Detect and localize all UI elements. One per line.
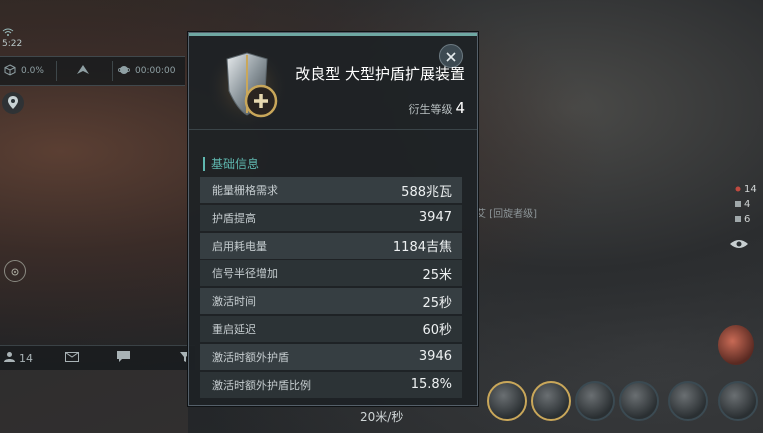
section-title-basic-info: 基础信息 — [203, 155, 259, 172]
visibility-button[interactable] — [728, 234, 750, 252]
pilot-label: 艾 [回旋者级] — [476, 209, 537, 220]
neutral-icon — [735, 199, 741, 210]
stat-row-extra-shield-ratio: 激活时额外护盾比例 15.8% — [200, 371, 462, 398]
count-row-neutral: 4 — [735, 197, 763, 212]
stat-label: 护盾提高 — [212, 211, 256, 225]
stat-label: 信号半径增加 — [212, 267, 278, 281]
header-divider — [189, 129, 477, 130]
clock-text: 5:22 — [2, 39, 23, 49]
stat-value: 588兆瓦 — [401, 184, 452, 200]
fleet-icon — [75, 64, 91, 79]
stat-value: 25米 — [422, 267, 452, 283]
stats-table: 能量栅格需求 588兆瓦 护盾提高 3947 启用耗电量 1184吉焦 信号半径… — [200, 177, 462, 399]
stat-value: 25秒 — [422, 295, 452, 311]
timer-value: 00:00:00 — [135, 66, 176, 76]
stat-row-powergrid: 能量栅格需求 588兆瓦 — [200, 177, 462, 203]
stat-value: 15.8% — [410, 377, 452, 393]
shield-extender-icon — [209, 49, 285, 125]
item-name: 改良型 大型护盾扩展装置 — [295, 65, 465, 83]
module-slot-6[interactable] — [718, 381, 758, 421]
meta-level-label: 衍生等级 — [408, 103, 453, 116]
cube-icon — [4, 63, 16, 79]
stat-label: 激活时额外护盾比例 — [212, 378, 311, 392]
friendly-icon — [735, 214, 741, 225]
cargo-value: 0.0% — [21, 66, 44, 76]
eye-icon — [730, 234, 748, 253]
members-button[interactable]: 14 — [4, 346, 33, 370]
chat-log[interactable] — [0, 370, 188, 433]
stat-row-extra-shield: 激活时额外护盾 3946 — [200, 343, 462, 370]
stat-row-activation-time: 激活时间 25秒 — [200, 288, 462, 315]
count-row-friendly: 6 — [735, 212, 763, 227]
module-slot-1[interactable] — [487, 381, 527, 421]
overheat-module-button[interactable] — [718, 325, 754, 365]
module-slot-2[interactable] — [531, 381, 571, 421]
stat-value: 1184吉焦 — [392, 240, 452, 256]
module-slot-5[interactable] — [668, 381, 708, 421]
overview-counts: 14 4 6 — [735, 182, 763, 227]
person-icon — [4, 351, 15, 365]
planet-icon — [117, 64, 131, 79]
section-marker — [203, 156, 205, 171]
hud-strip: 0.0% 00:00:00 — [0, 56, 185, 86]
chat-bar: 14 — [0, 345, 195, 370]
hud-cell-fleet[interactable] — [75, 57, 105, 85]
location-button[interactable] — [2, 92, 24, 114]
stat-row-activation-cost: 启用耗电量 1184吉焦 — [200, 232, 462, 259]
stat-row-reactivation-delay: 重启延迟 60秒 — [200, 315, 462, 342]
stat-label: 启用耗电量 — [212, 239, 267, 253]
stat-label: 能量栅格需求 — [212, 184, 278, 197]
stat-value: 3947 — [418, 210, 452, 226]
module-slot-3[interactable] — [575, 381, 615, 421]
meta-level-value: 4 — [455, 99, 465, 117]
stat-row-shield-bonus: 护盾提高 3947 — [200, 204, 462, 231]
crosshair-icon — [10, 262, 20, 281]
status-indicator: 5:22 — [2, 28, 32, 49]
item-meta-level: 衍生等级 4 — [319, 99, 465, 117]
module-slot-4[interactable] — [619, 381, 659, 421]
map-pin-icon — [8, 94, 18, 113]
panel-accent-line — [189, 33, 477, 36]
item-info-panel: 改良型 大型护盾扩展装置 衍生等级 4 基础信息 能量栅格需求 588兆瓦 护盾提… — [188, 32, 478, 406]
stat-label: 激活时间 — [212, 295, 256, 309]
chat-button[interactable] — [117, 346, 130, 370]
stat-label: 激活时额外护盾 — [212, 350, 289, 364]
mail-button[interactable] — [65, 346, 79, 370]
stat-label: 重启延迟 — [212, 322, 256, 336]
members-count: 14 — [19, 351, 33, 365]
chat-bubble-icon — [117, 351, 130, 365]
stat-value: 60秒 — [422, 323, 452, 339]
mail-icon — [65, 351, 79, 365]
speed-readout: 20米/秒 — [360, 410, 404, 424]
wifi-icon — [2, 28, 32, 39]
hud-cell-cargo[interactable]: 0.0% — [4, 57, 54, 85]
stat-value: 3946 — [418, 349, 452, 365]
target-button[interactable] — [4, 260, 26, 282]
hostile-icon — [735, 184, 741, 195]
stat-row-signature-radius: 信号半径增加 25米 — [200, 260, 462, 287]
count-row-hostile: 14 — [735, 182, 763, 197]
close-icon — [446, 47, 456, 66]
hud-cell-timer[interactable]: 00:00:00 — [117, 57, 184, 85]
